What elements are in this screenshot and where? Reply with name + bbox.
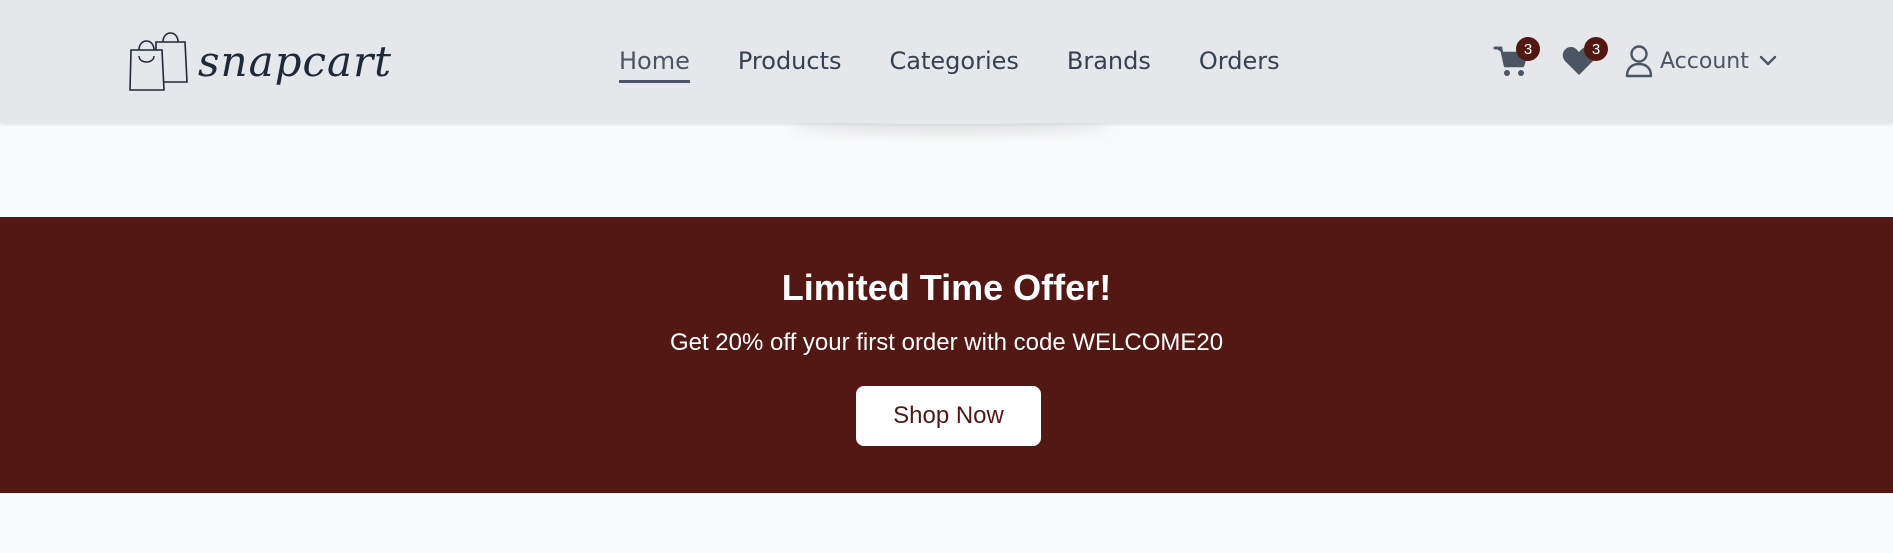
- header-actions: 3 3 Account: [1490, 36, 1777, 86]
- wishlist-count-badge: 3: [1584, 37, 1608, 61]
- nav-item-products[interactable]: Products: [738, 44, 842, 78]
- brand-wordmark: snapcart: [198, 37, 393, 86]
- promo-title: Limited Time Offer!: [781, 267, 1112, 308]
- promo-banner: Limited Time Offer! Get 20% off your fir…: [0, 217, 1893, 493]
- cart-count-badge: 3: [1516, 37, 1540, 61]
- nav-item-orders[interactable]: Orders: [1199, 44, 1280, 78]
- user-icon: [1625, 45, 1653, 78]
- nav-item-brands[interactable]: Brands: [1067, 44, 1151, 78]
- chevron-down-icon: [1759, 55, 1777, 66]
- brand-logo[interactable]: snapcart: [128, 28, 391, 96]
- nav-item-categories[interactable]: Categories: [890, 44, 1019, 78]
- nav-item-home[interactable]: Home: [619, 44, 690, 83]
- account-menu[interactable]: Account: [1624, 44, 1777, 78]
- shop-now-button[interactable]: Shop Now: [856, 386, 1041, 446]
- site-header: snapcart Home Products Categories Brands…: [0, 0, 1893, 123]
- main-nav: Home Products Categories Brands Orders: [619, 44, 1328, 90]
- promo-subtitle: Get 20% off your first order with code W…: [669, 329, 1224, 356]
- cart-button[interactable]: 3: [1490, 37, 1540, 82]
- shopping-bags-icon: [129, 32, 188, 91]
- account-label: Account: [1660, 48, 1749, 74]
- wishlist-button[interactable]: 3: [1558, 37, 1608, 82]
